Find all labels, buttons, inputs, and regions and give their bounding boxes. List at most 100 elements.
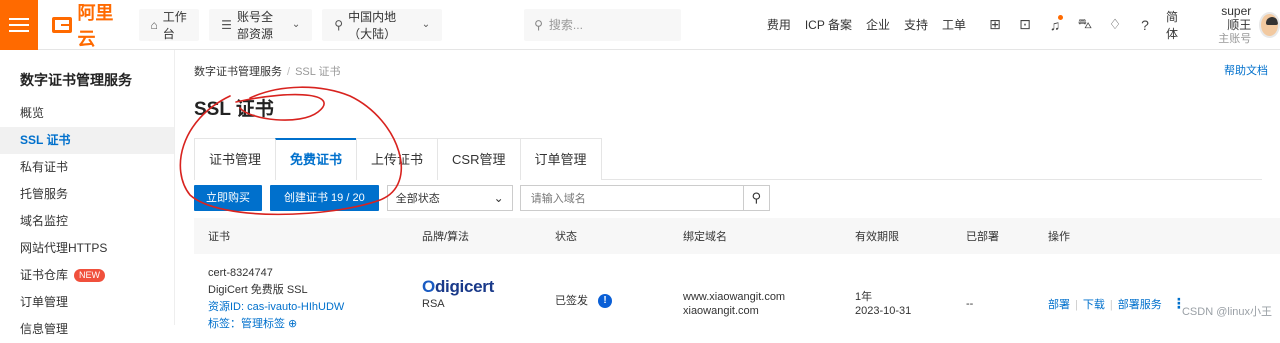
- algorithm: RSA: [422, 297, 494, 311]
- global-search-input[interactable]: ⚲ 搜索...: [524, 9, 681, 41]
- table-row: cert-8324747 DigiCert 免费版 SSL 资源ID: cas-…: [194, 254, 1280, 325]
- sidebar-item-overview[interactable]: 概览: [0, 100, 174, 127]
- expiry-date: 2023-10-31: [855, 304, 911, 318]
- sidebar-item-ssl[interactable]: SSL 证书: [0, 127, 174, 154]
- cert-type: DigiCert 免费版 SSL: [208, 283, 344, 297]
- deployed-cell: --: [966, 297, 973, 311]
- bulb-icon[interactable]: ♢: [1100, 16, 1130, 33]
- chevron-down-icon: ⌄: [422, 19, 430, 30]
- user-role: 主账号: [1210, 32, 1251, 46]
- account-resources-dropdown[interactable]: ☰ 账号全部资源 ⌄: [209, 9, 312, 41]
- top-icon-group: ⊞ ⊡ ♫ ⛍ ♢ ?: [980, 15, 1160, 34]
- logo-text: 阿里云: [77, 0, 116, 51]
- divider: |: [1110, 299, 1113, 311]
- column-header-validity: 有效期限: [855, 228, 899, 244]
- domain-secondary: xiaowangit.com: [683, 304, 785, 318]
- cert-name: cert-8324747: [208, 266, 344, 280]
- cart-icon[interactable]: ⛍: [1070, 15, 1100, 34]
- aliyun-logo-icon: [52, 17, 72, 33]
- status-select-value: 全部状态: [396, 190, 440, 206]
- main-content: 数字证书管理服务/SSL 证书 帮助文档 SSL 证书 证书管理 免费证书 上传…: [176, 50, 1280, 325]
- digicert-logo: Odigicert: [422, 280, 494, 294]
- search-icon[interactable]: ⚲: [743, 186, 769, 210]
- workbench-button[interactable]: ⌂ 工作台: [139, 9, 200, 41]
- tab-free-cert[interactable]: 免费证书: [275, 138, 357, 180]
- column-header-status: 状态: [555, 228, 577, 244]
- breadcrumb: 数字证书管理服务/SSL 证书: [194, 63, 341, 79]
- user-name: super顺王: [1210, 4, 1251, 32]
- divider: |: [1075, 299, 1078, 311]
- sidebar-item-domain-monitor[interactable]: 域名监控: [0, 208, 174, 235]
- top-link-icp[interactable]: ICP 备案: [805, 16, 852, 33]
- status-cell: 已签发!: [555, 294, 612, 308]
- brand-cell: Odigicert RSA: [422, 280, 494, 311]
- chevron-down-icon: ⌄: [494, 191, 504, 205]
- bell-icon[interactable]: ♫: [1040, 17, 1070, 33]
- top-link-billing[interactable]: 费用: [767, 16, 791, 33]
- search-icon: ⚲: [534, 18, 543, 32]
- terminal-icon[interactable]: ⊡: [1010, 16, 1040, 33]
- hamburger-menu-button[interactable]: [0, 0, 38, 50]
- breadcrumb-current: SSL 证书: [295, 66, 340, 78]
- deploy-link[interactable]: 部署: [1048, 299, 1070, 311]
- home-icon: ⌂: [151, 18, 158, 32]
- sidebar-item-managed-service[interactable]: 托管服务: [0, 181, 174, 208]
- domain-search-placeholder: 请输入域名: [521, 190, 743, 206]
- top-navigation-bar: 阿里云 ⌂ 工作台 ☰ 账号全部资源 ⌄ ⚲ 中国内地（大陆） ⌄ ⚲ 搜索..…: [0, 0, 1280, 50]
- table-header: 证书 品牌/算法 状态 绑定域名 有效期限 已部署 操作: [194, 218, 1280, 254]
- sidebar-item-cert-repo[interactable]: 证书仓库 NEW: [0, 262, 174, 289]
- page-title: SSL 证书: [194, 94, 274, 121]
- sidebar-item-https-proxy[interactable]: 网站代理HTTPS: [0, 235, 174, 262]
- tab-csr-management[interactable]: CSR管理: [437, 138, 520, 180]
- sidebar-item-label: 证书仓库: [20, 268, 68, 282]
- status-text: 已签发: [555, 295, 588, 307]
- language-switch[interactable]: 简体: [1166, 8, 1184, 42]
- create-cert-button[interactable]: 创建证书 19 / 20: [270, 185, 379, 211]
- notification-dot: [1058, 15, 1063, 20]
- toolbar: 立即购买 创建证书 19 / 20 全部状态 ⌄ 请输入域名 ⚲: [194, 185, 770, 211]
- tab-upload-cert[interactable]: 上传证书: [356, 138, 438, 180]
- domain-search-input[interactable]: 请输入域名 ⚲: [520, 185, 770, 211]
- sidebar-title: 数字证书管理服务: [0, 50, 174, 100]
- sidebar-item-orders[interactable]: 订单管理: [0, 289, 174, 316]
- region-dropdown[interactable]: ⚲ 中国内地（大陆） ⌄: [322, 9, 442, 41]
- tab-bar: 证书管理 免费证书 上传证书 CSR管理 订单管理: [194, 138, 1262, 180]
- download-link[interactable]: 下载: [1083, 299, 1105, 311]
- user-info[interactable]: super顺王 主账号: [1210, 4, 1251, 46]
- tab-order-management[interactable]: 订单管理: [520, 138, 602, 180]
- status-select[interactable]: 全部状态 ⌄: [387, 185, 513, 211]
- domain-cell: www.xiaowangit.com xiaowangit.com: [683, 290, 785, 318]
- column-header-deployed: 已部署: [966, 228, 999, 244]
- breadcrumb-link[interactable]: 数字证书管理服务: [194, 66, 282, 78]
- deploy-service-link[interactable]: 部署服务: [1118, 299, 1162, 311]
- validity-period: 1年: [855, 290, 911, 304]
- grid-icon[interactable]: ⊞: [980, 16, 1010, 33]
- avatar[interactable]: [1259, 12, 1280, 38]
- sidebar-item-info[interactable]: 信息管理: [0, 316, 174, 343]
- tag-manage-link[interactable]: 标签：管理标签 ⊕: [208, 317, 344, 331]
- help-icon[interactable]: ?: [1130, 17, 1160, 33]
- account-resources-label: 账号全部资源: [237, 8, 284, 42]
- help-docs-link[interactable]: 帮助文档: [1224, 62, 1268, 78]
- column-header-actions: 操作: [1048, 228, 1070, 244]
- actions-cell: 部署|下载|部署服务⋮: [1048, 296, 1186, 312]
- validity-cell: 1年 2023-10-31: [855, 290, 911, 318]
- sidebar-item-private-cert[interactable]: 私有证书: [0, 154, 174, 181]
- top-link-support[interactable]: 支持: [904, 16, 928, 33]
- workbench-label: 工作台: [163, 8, 187, 42]
- csdn-watermark: CSDN @linux小王: [1182, 303, 1272, 319]
- region-label: 中国内地（大陆）: [348, 8, 414, 42]
- list-icon: ☰: [221, 18, 232, 32]
- top-link-ticket[interactable]: 工单: [942, 16, 966, 33]
- aliyun-logo[interactable]: 阿里云: [38, 0, 129, 50]
- tab-cert-management[interactable]: 证书管理: [194, 138, 276, 180]
- resource-id-link[interactable]: 资源ID: cas-ivauto-HIhUDW: [208, 300, 344, 314]
- domain-primary: www.xiaowangit.com: [683, 290, 785, 304]
- top-link-enterprise[interactable]: 企业: [866, 16, 890, 33]
- alert-icon[interactable]: !: [598, 294, 612, 308]
- column-header-brand: 品牌/算法: [422, 228, 469, 244]
- buy-now-button[interactable]: 立即购买: [194, 185, 262, 211]
- column-header-domain: 绑定域名: [683, 228, 727, 244]
- new-badge: NEW: [74, 269, 105, 282]
- sidebar: 数字证书管理服务 概览 SSL 证书 私有证书 托管服务 域名监控 网站代理HT…: [0, 50, 175, 325]
